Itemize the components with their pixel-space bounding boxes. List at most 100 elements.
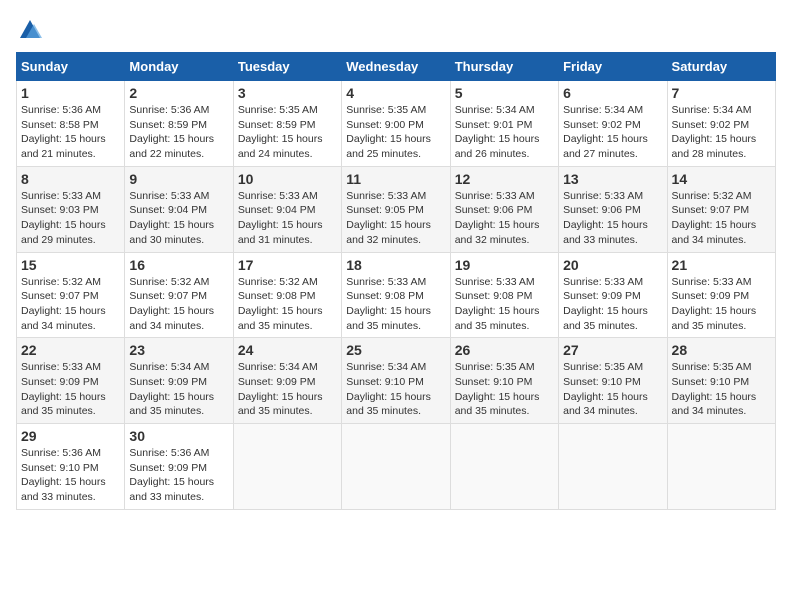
- calendar-cell: 14 Sunrise: 5:32 AM Sunset: 9:07 PM Dayl…: [667, 166, 775, 252]
- logo-icon: [16, 16, 44, 44]
- week-row-5: 29 Sunrise: 5:36 AM Sunset: 9:10 PM Dayl…: [17, 424, 776, 510]
- week-row-4: 22 Sunrise: 5:33 AM Sunset: 9:09 PM Dayl…: [17, 338, 776, 424]
- day-number: 6: [563, 85, 662, 101]
- day-info: Sunrise: 5:35 AM Sunset: 9:00 PM Dayligh…: [346, 103, 445, 162]
- calendar-cell: 6 Sunrise: 5:34 AM Sunset: 9:02 PM Dayli…: [559, 81, 667, 167]
- day-number: 2: [129, 85, 228, 101]
- day-number: 30: [129, 428, 228, 444]
- calendar-cell: 17 Sunrise: 5:32 AM Sunset: 9:08 PM Dayl…: [233, 252, 341, 338]
- day-number: 19: [455, 257, 554, 273]
- weekday-header-monday: Monday: [125, 53, 233, 81]
- day-info: Sunrise: 5:33 AM Sunset: 9:09 PM Dayligh…: [672, 275, 771, 334]
- day-info: Sunrise: 5:35 AM Sunset: 8:59 PM Dayligh…: [238, 103, 337, 162]
- day-number: 15: [21, 257, 120, 273]
- calendar-cell: 5 Sunrise: 5:34 AM Sunset: 9:01 PM Dayli…: [450, 81, 558, 167]
- day-number: 23: [129, 342, 228, 358]
- calendar-cell: 27 Sunrise: 5:35 AM Sunset: 9:10 PM Dayl…: [559, 338, 667, 424]
- calendar-cell: [450, 424, 558, 510]
- day-info: Sunrise: 5:34 AM Sunset: 9:09 PM Dayligh…: [129, 360, 228, 419]
- calendar-cell: [342, 424, 450, 510]
- calendar-cell: 3 Sunrise: 5:35 AM Sunset: 8:59 PM Dayli…: [233, 81, 341, 167]
- calendar-cell: [233, 424, 341, 510]
- day-info: Sunrise: 5:35 AM Sunset: 9:10 PM Dayligh…: [563, 360, 662, 419]
- calendar-header: [16, 16, 776, 44]
- day-number: 18: [346, 257, 445, 273]
- day-number: 24: [238, 342, 337, 358]
- day-info: Sunrise: 5:36 AM Sunset: 9:09 PM Dayligh…: [129, 446, 228, 505]
- day-info: Sunrise: 5:33 AM Sunset: 9:03 PM Dayligh…: [21, 189, 120, 248]
- calendar-cell: 22 Sunrise: 5:33 AM Sunset: 9:09 PM Dayl…: [17, 338, 125, 424]
- weekday-header-sunday: Sunday: [17, 53, 125, 81]
- day-number: 26: [455, 342, 554, 358]
- calendar-cell: 15 Sunrise: 5:32 AM Sunset: 9:07 PM Dayl…: [17, 252, 125, 338]
- calendar-cell: 1 Sunrise: 5:36 AM Sunset: 8:58 PM Dayli…: [17, 81, 125, 167]
- day-info: Sunrise: 5:35 AM Sunset: 9:10 PM Dayligh…: [672, 360, 771, 419]
- calendar-cell: 9 Sunrise: 5:33 AM Sunset: 9:04 PM Dayli…: [125, 166, 233, 252]
- day-number: 25: [346, 342, 445, 358]
- day-number: 17: [238, 257, 337, 273]
- day-info: Sunrise: 5:33 AM Sunset: 9:05 PM Dayligh…: [346, 189, 445, 248]
- day-number: 13: [563, 171, 662, 187]
- calendar-cell: [559, 424, 667, 510]
- day-info: Sunrise: 5:34 AM Sunset: 9:09 PM Dayligh…: [238, 360, 337, 419]
- day-number: 27: [563, 342, 662, 358]
- weekday-header-row: SundayMondayTuesdayWednesdayThursdayFrid…: [17, 53, 776, 81]
- day-number: 8: [21, 171, 120, 187]
- day-info: Sunrise: 5:32 AM Sunset: 9:08 PM Dayligh…: [238, 275, 337, 334]
- calendar-cell: 12 Sunrise: 5:33 AM Sunset: 9:06 PM Dayl…: [450, 166, 558, 252]
- calendar-cell: 7 Sunrise: 5:34 AM Sunset: 9:02 PM Dayli…: [667, 81, 775, 167]
- day-info: Sunrise: 5:34 AM Sunset: 9:02 PM Dayligh…: [563, 103, 662, 162]
- calendar-cell: 26 Sunrise: 5:35 AM Sunset: 9:10 PM Dayl…: [450, 338, 558, 424]
- calendar-cell: 11 Sunrise: 5:33 AM Sunset: 9:05 PM Dayl…: [342, 166, 450, 252]
- calendar-cell: 19 Sunrise: 5:33 AM Sunset: 9:08 PM Dayl…: [450, 252, 558, 338]
- calendar-cell: 18 Sunrise: 5:33 AM Sunset: 9:08 PM Dayl…: [342, 252, 450, 338]
- weekday-header-friday: Friday: [559, 53, 667, 81]
- day-info: Sunrise: 5:36 AM Sunset: 8:58 PM Dayligh…: [21, 103, 120, 162]
- day-info: Sunrise: 5:33 AM Sunset: 9:06 PM Dayligh…: [563, 189, 662, 248]
- day-info: Sunrise: 5:34 AM Sunset: 9:02 PM Dayligh…: [672, 103, 771, 162]
- calendar-cell: 2 Sunrise: 5:36 AM Sunset: 8:59 PM Dayli…: [125, 81, 233, 167]
- day-info: Sunrise: 5:34 AM Sunset: 9:01 PM Dayligh…: [455, 103, 554, 162]
- calendar-cell: 24 Sunrise: 5:34 AM Sunset: 9:09 PM Dayl…: [233, 338, 341, 424]
- day-info: Sunrise: 5:33 AM Sunset: 9:08 PM Dayligh…: [346, 275, 445, 334]
- week-row-1: 1 Sunrise: 5:36 AM Sunset: 8:58 PM Dayli…: [17, 81, 776, 167]
- day-info: Sunrise: 5:34 AM Sunset: 9:10 PM Dayligh…: [346, 360, 445, 419]
- calendar-cell: 25 Sunrise: 5:34 AM Sunset: 9:10 PM Dayl…: [342, 338, 450, 424]
- calendar-cell: 23 Sunrise: 5:34 AM Sunset: 9:09 PM Dayl…: [125, 338, 233, 424]
- day-info: Sunrise: 5:33 AM Sunset: 9:04 PM Dayligh…: [238, 189, 337, 248]
- week-row-2: 8 Sunrise: 5:33 AM Sunset: 9:03 PM Dayli…: [17, 166, 776, 252]
- calendar-cell: 20 Sunrise: 5:33 AM Sunset: 9:09 PM Dayl…: [559, 252, 667, 338]
- day-info: Sunrise: 5:35 AM Sunset: 9:10 PM Dayligh…: [455, 360, 554, 419]
- week-row-3: 15 Sunrise: 5:32 AM Sunset: 9:07 PM Dayl…: [17, 252, 776, 338]
- day-number: 7: [672, 85, 771, 101]
- day-info: Sunrise: 5:33 AM Sunset: 9:09 PM Dayligh…: [21, 360, 120, 419]
- day-number: 14: [672, 171, 771, 187]
- calendar-cell: 30 Sunrise: 5:36 AM Sunset: 9:09 PM Dayl…: [125, 424, 233, 510]
- day-number: 5: [455, 85, 554, 101]
- calendar-cell: [667, 424, 775, 510]
- day-info: Sunrise: 5:33 AM Sunset: 9:09 PM Dayligh…: [563, 275, 662, 334]
- day-number: 3: [238, 85, 337, 101]
- calendar-cell: 16 Sunrise: 5:32 AM Sunset: 9:07 PM Dayl…: [125, 252, 233, 338]
- weekday-header-tuesday: Tuesday: [233, 53, 341, 81]
- day-number: 20: [563, 257, 662, 273]
- day-number: 11: [346, 171, 445, 187]
- day-info: Sunrise: 5:36 AM Sunset: 9:10 PM Dayligh…: [21, 446, 120, 505]
- weekday-header-saturday: Saturday: [667, 53, 775, 81]
- day-number: 9: [129, 171, 228, 187]
- calendar-cell: 21 Sunrise: 5:33 AM Sunset: 9:09 PM Dayl…: [667, 252, 775, 338]
- day-info: Sunrise: 5:32 AM Sunset: 9:07 PM Dayligh…: [672, 189, 771, 248]
- day-number: 1: [21, 85, 120, 101]
- day-number: 22: [21, 342, 120, 358]
- day-number: 29: [21, 428, 120, 444]
- day-info: Sunrise: 5:33 AM Sunset: 9:08 PM Dayligh…: [455, 275, 554, 334]
- day-number: 10: [238, 171, 337, 187]
- calendar-cell: 4 Sunrise: 5:35 AM Sunset: 9:00 PM Dayli…: [342, 81, 450, 167]
- day-number: 16: [129, 257, 228, 273]
- day-number: 28: [672, 342, 771, 358]
- calendar-cell: 10 Sunrise: 5:33 AM Sunset: 9:04 PM Dayl…: [233, 166, 341, 252]
- calendar-cell: 28 Sunrise: 5:35 AM Sunset: 9:10 PM Dayl…: [667, 338, 775, 424]
- calendar-table: SundayMondayTuesdayWednesdayThursdayFrid…: [16, 52, 776, 510]
- logo: [16, 16, 48, 44]
- day-info: Sunrise: 5:33 AM Sunset: 9:06 PM Dayligh…: [455, 189, 554, 248]
